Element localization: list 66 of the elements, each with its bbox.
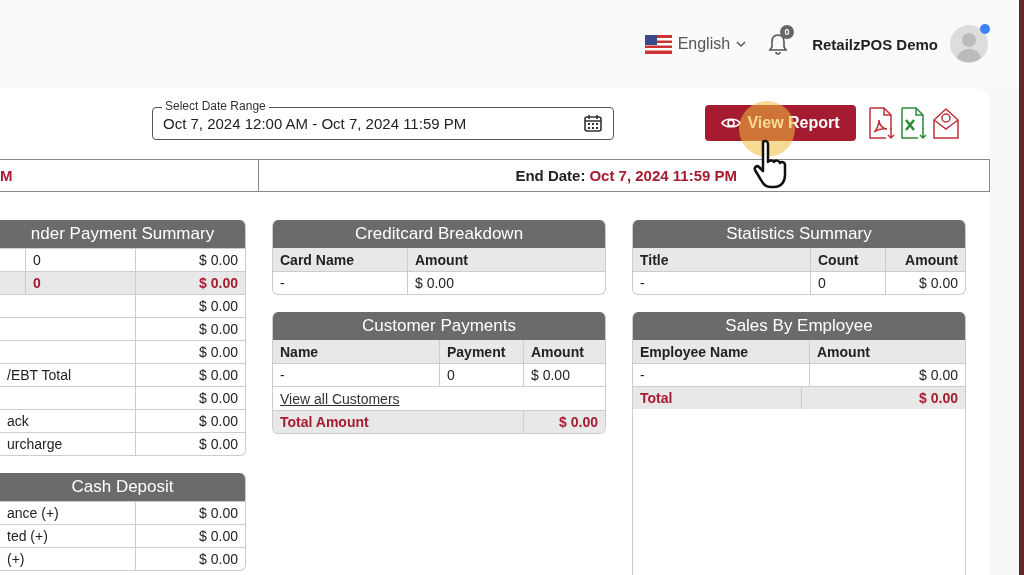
eye-icon [721, 115, 742, 131]
table-cell: $ 0.00 [135, 272, 245, 294]
column-header: Amount [809, 340, 965, 363]
caret-icon [736, 40, 747, 48]
table-cell-text: Total Amount [279, 413, 370, 432]
table-cell-text: ted (+) [6, 527, 49, 546]
panel-title: Statistics Summary [633, 220, 965, 248]
language-selector[interactable]: English [644, 34, 747, 54]
table-cell: $ 0.00 [135, 525, 245, 547]
table-cell: $ 0.00 [135, 387, 245, 409]
notification-badge: 0 [780, 25, 795, 39]
panel-title: Customer Payments [273, 312, 605, 340]
calendar-icon[interactable] [583, 113, 603, 133]
field-value: Oct 7, 2024 12:00 AM - Oct 7, 2024 11:59 PM [163, 114, 467, 132]
table-cell: $ 0.00 [135, 341, 245, 363]
panel-title: Creditcard Breakdown [273, 220, 605, 248]
table-cell-text: ack [6, 412, 30, 431]
table-cell-text: - [639, 366, 646, 385]
column-header: Employee Name [639, 342, 750, 362]
us-flag-icon [644, 34, 672, 54]
table-cell: 0 [439, 364, 523, 386]
column-header: Title [639, 250, 670, 270]
avatar-icon[interactable] [950, 25, 988, 63]
view-all-link[interactable]: View all Customers [280, 390, 400, 407]
table-cell-text: urcharge [6, 435, 64, 454]
table-cell: $ 0.00 [801, 387, 965, 409]
table-cell: $ 0.00 [135, 502, 245, 524]
table-cell: $ 0.00 [885, 272, 965, 294]
column-header: Amount [885, 248, 965, 271]
field-label: Select Date Range [162, 98, 269, 113]
table-cell: $ 0.00 [135, 318, 245, 340]
panel-title: Sales By Employee [633, 312, 965, 340]
panel-title: Cash Deposit [0, 473, 245, 501]
view-report-button[interactable]: View Report [705, 105, 856, 141]
pdf-file-icon[interactable] [868, 106, 896, 140]
table-cell: $ 0.00 [135, 364, 245, 386]
excel-file-icon[interactable] [900, 106, 928, 140]
table-cell-text: - [279, 274, 286, 293]
table-cell-text: Total [639, 389, 674, 408]
table-cell: $ 0.00 [135, 295, 245, 317]
end-date-value: Oct 7, 2024 11:59 PM [589, 167, 737, 184]
envelope-icon[interactable] [932, 106, 960, 140]
end-date-label: End Date: [515, 167, 586, 184]
table-cell-text: (+) [6, 550, 26, 569]
table-cell: $ 0.00 [523, 364, 605, 386]
table-cell-text: - [639, 274, 646, 293]
table-cell: $ 0.00 [135, 410, 245, 432]
table-cell: $ 0.00 [135, 433, 245, 455]
table-cell-text: /EBT Total [6, 366, 73, 385]
column-header: Payment [439, 340, 523, 363]
start-date-value: M [0, 167, 13, 184]
table-cell-text: - [279, 366, 286, 385]
user-name[interactable]: RetailzPOS Demo [812, 35, 938, 53]
table-cell: $ 0.00 [407, 272, 605, 294]
table-cell-text: ance (+) [6, 504, 60, 523]
table-cell: $ 0.00 [523, 411, 605, 433]
bell-icon[interactable] [768, 33, 789, 55]
column-header: Amount [407, 248, 605, 271]
column-header: Card Name [279, 250, 355, 270]
column-header: Amount [523, 340, 605, 363]
column-header: Name [279, 342, 320, 362]
table-cell: 0 [810, 272, 885, 294]
table-cell: 0 [25, 272, 135, 294]
panel-title: nder Payment Summary [0, 220, 245, 248]
column-header: Count [810, 248, 885, 271]
table-cell: $ 0.00 [135, 548, 245, 570]
